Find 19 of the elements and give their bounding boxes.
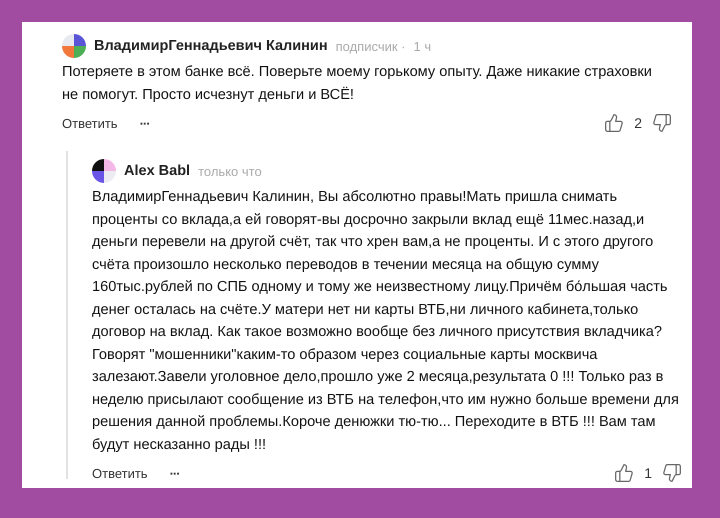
comment-time: только что [198,164,262,178]
like-count: 2 [634,115,642,131]
more-menu[interactable]: ··· [140,116,150,130]
thumbs-up-icon[interactable] [604,113,624,133]
more-menu[interactable]: ··· [170,466,180,480]
thumbs-up-icon[interactable] [614,463,634,483]
author-name[interactable]: Alex Babl [124,163,190,179]
avatar-icon [62,34,86,58]
like-count: 1 [644,465,652,481]
comment-time: 1 ч [413,38,432,54]
thumbs-down-icon[interactable] [652,113,672,133]
comment-text: ВладимирГеннадьевич Калинин, Вы абсолютно правы!Мать пришла снимать проценты со вклада,а ей говорят-вы досрочно закрыли вклад ещё 11мес.назад,и деньги перевели на другой счёт, так что хрен вам,а не проценты. И с этого другого счёта произошло несколько переводов в течении месяца на общую сумму 160тыс.рублей по СПБ одному и тому же неизвестному лицу.Причём бо́льшая часть денег осталась на счёте.У матери нет ни карты ВТБ,ни личного кабинета,только договор на вклад. Как такое возможно вообще без личного присутствия вкладчика? Говорят "мошенники"каким-то образом через социальные карты москвича залезают.Завели уголовное дело,прошло уже 2 месяца,результата 0 !!! Только раз в неделю присылают сообщение из ВТБ на телефон,что им нужно больше времени для решения данной проблемы.Короче денюжки тю-тю... Переходите в ВТБ !!! Вам там будут несказанно рады !!! [92,188,680,454]
avatar-icon [92,159,116,183]
author-status: подписчик · [336,38,406,54]
reply-link[interactable]: Ответить [92,466,148,480]
thumbs-down-icon[interactable] [662,463,682,483]
reply-link[interactable]: Ответить [62,116,118,130]
comment-text: Потеряете в этом банке всё. Поверьте моему горькому опыту. Даже никакие страховки не помогут. Просто исчезнут деньги и ВСЁ! [62,63,653,104]
author-name[interactable]: ВладимирГеннадьевич Калинин [94,38,328,54]
